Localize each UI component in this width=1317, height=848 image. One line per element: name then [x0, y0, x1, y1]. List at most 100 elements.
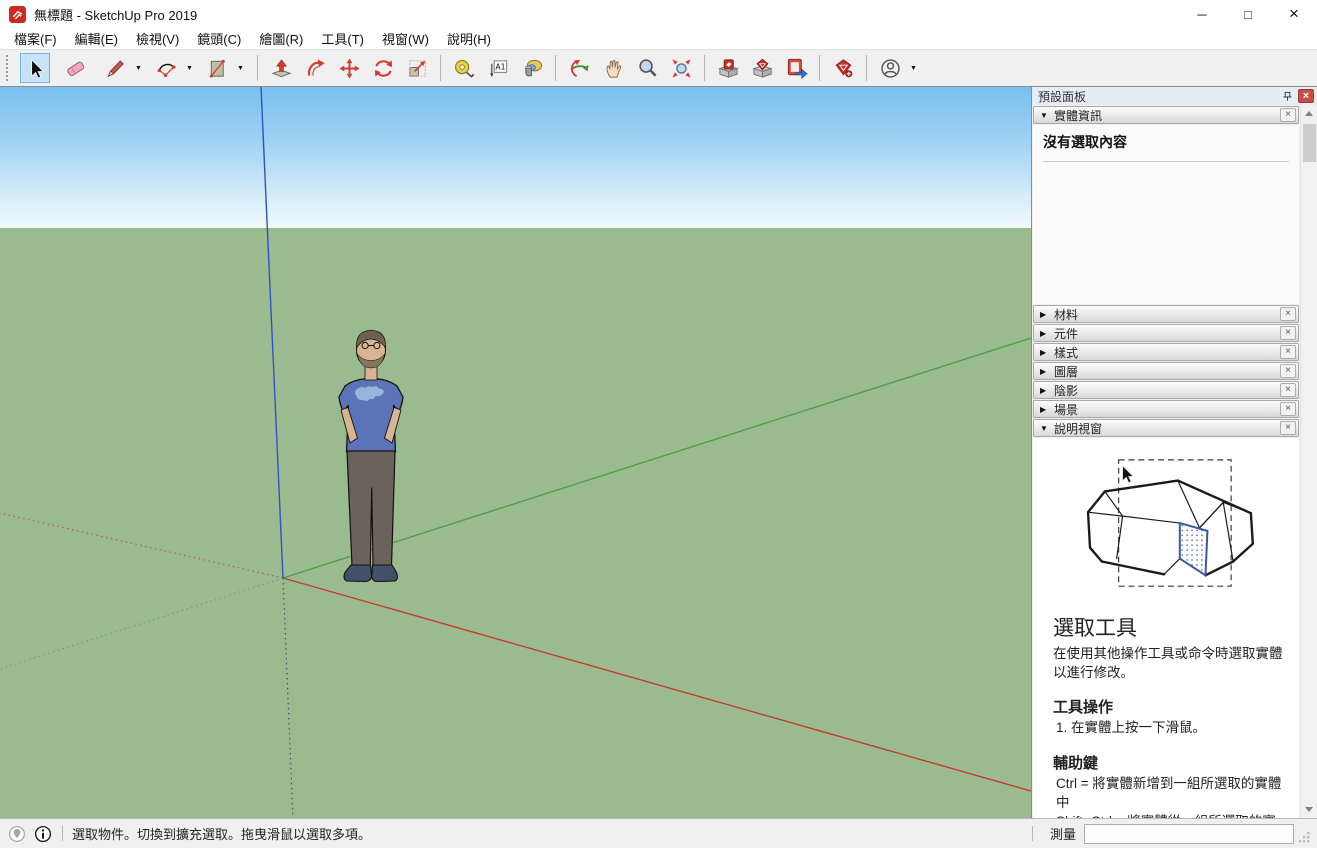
scale-icon — [406, 57, 429, 80]
info-status-icon[interactable] — [34, 825, 52, 843]
cursor-arrow-icon — [1123, 466, 1134, 483]
section-close-button[interactable]: × — [1280, 326, 1296, 340]
select-cursor-icon — [24, 57, 47, 80]
rectangle-tool-button[interactable] — [202, 53, 232, 83]
toolbar-separator — [704, 55, 705, 81]
pan-tool-button[interactable] — [598, 53, 628, 83]
send-to-layout-button[interactable] — [781, 53, 811, 83]
menu-file[interactable]: 檔案(F) — [5, 29, 66, 48]
section-close-button[interactable]: × — [1280, 364, 1296, 378]
red-axis — [283, 578, 1031, 791]
line-tool-button[interactable] — [100, 53, 130, 83]
entity-info-close-button[interactable]: × — [1280, 108, 1296, 122]
tray-section-shadows[interactable]: ▶ 陰影 × — [1033, 381, 1299, 399]
toolbar-drag-handle[interactable] — [6, 55, 11, 81]
line-tool-dropdown[interactable]: ▼ — [132, 53, 145, 83]
extension-manager-icon — [832, 57, 855, 80]
extension-manager-button[interactable] — [828, 53, 858, 83]
tray-scrollbar[interactable] — [1300, 105, 1317, 818]
zoom-tool-button[interactable] — [632, 53, 662, 83]
paint-bucket-tool-button[interactable] — [517, 53, 547, 83]
toolbar-separator — [555, 55, 556, 81]
instructor-description: 在使用其他操作工具或命令時選取實體以進行修改。 — [1053, 644, 1287, 682]
entity-info-empty-message: 沒有選取內容 — [1043, 132, 1289, 152]
section-close-button[interactable]: × — [1280, 345, 1296, 359]
tray-title-bar[interactable]: 預設面板 × — [1032, 87, 1317, 105]
arc-tool-dropdown[interactable]: ▼ — [183, 53, 196, 83]
menu-window[interactable]: 視窗(W) — [373, 29, 438, 48]
menu-view[interactable]: 檢視(V) — [127, 29, 188, 48]
orbit-tool-button[interactable] — [564, 53, 594, 83]
arc-icon — [155, 57, 178, 80]
offset-tool-button[interactable] — [300, 53, 330, 83]
instructor-modifier-line: Ctrl = 將實體新增到一組所選取的實體中 — [1053, 775, 1287, 813]
scale-tool-button[interactable] — [402, 53, 432, 83]
tray-close-button[interactable]: × — [1298, 89, 1314, 103]
tray-section-materials[interactable]: ▶ 材料 × — [1033, 305, 1299, 323]
tape-measure-tool-button[interactable] — [449, 53, 479, 83]
tape-measure-icon — [453, 57, 476, 80]
tray-section-scenes[interactable]: ▶ 場景 × — [1033, 400, 1299, 418]
extension-warehouse-button[interactable] — [747, 53, 777, 83]
section-close-button[interactable]: × — [1280, 402, 1296, 416]
scrollbar-thumb[interactable] — [1303, 124, 1316, 162]
rectangle-tool-dropdown[interactable]: ▼ — [234, 53, 247, 83]
push-pull-icon — [270, 57, 293, 80]
menu-help[interactable]: 說明(H) — [438, 29, 500, 48]
tray-title: 預設面板 — [1038, 88, 1279, 105]
maximize-button[interactable]: □ — [1225, 0, 1271, 28]
tray-section-components[interactable]: ▶ 元件 × — [1033, 324, 1299, 342]
tray-section-styles[interactable]: ▶ 樣式 × — [1033, 343, 1299, 361]
instructor-close-button[interactable]: × — [1280, 421, 1296, 435]
account-button[interactable] — [875, 53, 905, 83]
instructor-panel: 選取工具 在使用其他操作工具或命令時選取實體以進行修改。 工具操作 1. 在實體… — [1033, 438, 1299, 818]
scroll-up-button[interactable] — [1301, 105, 1317, 122]
instructor-operation-heading: 工具操作 — [1053, 696, 1287, 717]
3d-viewport[interactable] — [0, 87, 1031, 818]
section-close-button[interactable]: × — [1280, 307, 1296, 321]
push-pull-tool-button[interactable] — [266, 53, 296, 83]
getting-started-toolbar: ▼ ▼ ▼ — [0, 49, 1317, 86]
menu-tools[interactable]: 工具(T) — [312, 29, 373, 48]
rotate-tool-button[interactable] — [368, 53, 398, 83]
instructor-section-header[interactable]: ▼ 說明視窗 × — [1033, 419, 1299, 437]
zoom-extents-tool-button[interactable] — [666, 53, 696, 83]
measurement-input[interactable] — [1084, 824, 1294, 844]
collapsed-arrow-icon: ▶ — [1040, 348, 1054, 357]
toolbar-separator — [257, 55, 258, 81]
window-title: 無標題 - SketchUp Pro 2019 — [34, 5, 197, 24]
section-close-button[interactable]: × — [1280, 383, 1296, 397]
select-tool-button[interactable] — [20, 53, 50, 83]
measurement-label: 測量 — [1050, 824, 1076, 843]
toolbar-separator — [866, 55, 867, 81]
selected-face — [1180, 523, 1208, 575]
expanded-arrow-icon: ▼ — [1040, 424, 1054, 433]
menu-edit[interactable]: 編輯(E) — [66, 29, 127, 48]
move-tool-button[interactable] — [334, 53, 364, 83]
account-dropdown[interactable]: ▼ — [907, 53, 920, 83]
section-label: 場景 — [1054, 401, 1280, 418]
scale-figure[interactable] — [339, 331, 403, 582]
eraser-icon — [64, 57, 87, 80]
menu-camera[interactable]: 鏡頭(C) — [188, 29, 250, 48]
status-separator — [62, 826, 63, 841]
close-button[interactable]: × — [1271, 0, 1317, 28]
minimize-button[interactable]: ─ — [1179, 0, 1225, 28]
menu-draw[interactable]: 繪圖(R) — [250, 29, 312, 48]
geolocation-status-icon[interactable] — [8, 825, 26, 843]
3d-warehouse-button[interactable] — [713, 53, 743, 83]
sketchup-logo-icon — [9, 6, 26, 23]
tray-section-layers[interactable]: ▶ 圖層 × — [1033, 362, 1299, 380]
section-label: 元件 — [1054, 325, 1280, 342]
scroll-down-button[interactable] — [1301, 801, 1317, 818]
eraser-tool-button[interactable] — [60, 53, 90, 83]
instructor-modifier-heading: 輔助鍵 — [1053, 752, 1287, 773]
account-icon — [879, 57, 902, 80]
arc-tool-button[interactable] — [151, 53, 181, 83]
instructor-label: 說明視窗 — [1054, 420, 1280, 437]
extension-warehouse-icon — [751, 57, 774, 80]
entity-info-section-header[interactable]: ▼ 實體資訊 × — [1033, 106, 1299, 124]
resize-grip[interactable] — [1297, 830, 1311, 844]
auto-hide-pin-button[interactable] — [1279, 89, 1295, 104]
text-tool-button[interactable]: A1 — [483, 53, 513, 83]
